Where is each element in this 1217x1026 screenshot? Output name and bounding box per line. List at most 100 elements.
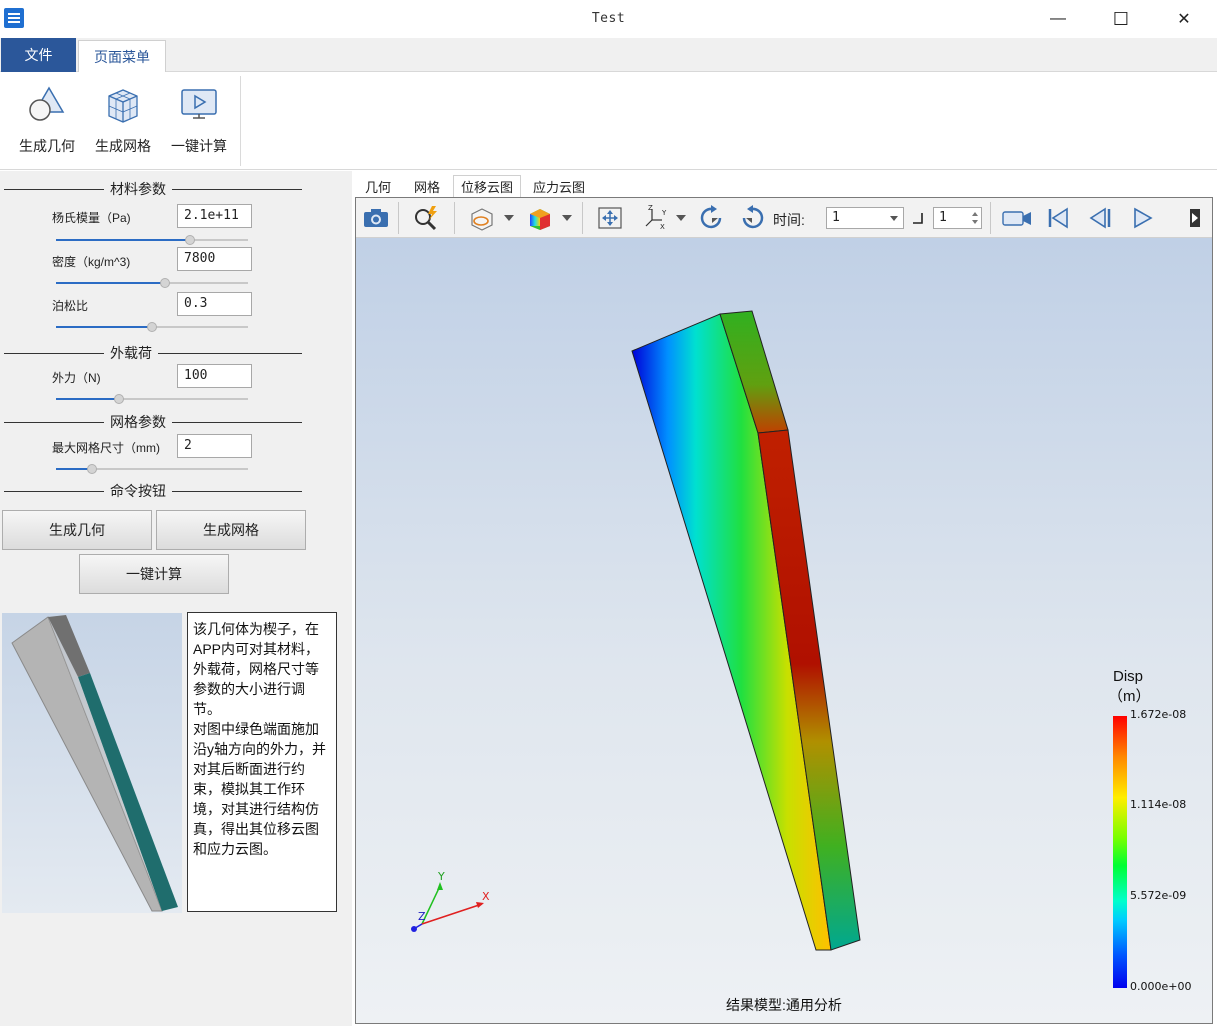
rotate-cw-button[interactable] xyxy=(696,204,728,232)
ribbon-tab-bar: 文件 页面菜单 xyxy=(0,38,1217,73)
record-video-button[interactable] xyxy=(1001,204,1033,232)
toolbar-separator xyxy=(990,202,991,234)
mesh-params-heading: 网格参数 xyxy=(4,413,302,431)
ribbon-compute-label: 一键计算 xyxy=(171,138,227,154)
youngs-modulus-slider[interactable] xyxy=(56,235,248,245)
mesh-cube-icon xyxy=(108,89,138,123)
ribbon-generate-mesh-label: 生成网格 xyxy=(95,138,151,154)
force-slider[interactable] xyxy=(56,394,248,404)
run-monitor-icon xyxy=(181,89,217,119)
chevron-down-icon xyxy=(890,216,898,221)
slider-thumb[interactable] xyxy=(87,464,97,474)
youngs-modulus-label: 杨氏模量（Pa) xyxy=(52,211,131,225)
spin-up-icon[interactable] xyxy=(972,212,978,216)
play-button[interactable] xyxy=(1126,204,1158,232)
compute-button[interactable]: 一键计算 xyxy=(79,554,229,594)
step-end-icon xyxy=(913,213,923,224)
toolbar-separator xyxy=(582,202,583,234)
ribbon-compute-button[interactable]: 一键计算 xyxy=(163,80,235,160)
slider-thumb[interactable] xyxy=(114,394,124,404)
rotate-counterclockwise-icon xyxy=(742,205,764,229)
section-view-button[interactable] xyxy=(466,204,498,232)
ribbon-generate-mesh-button[interactable]: 生成网格 xyxy=(87,80,159,160)
rotate-ccw-button[interactable] xyxy=(736,204,768,232)
generate-mesh-button[interactable]: 生成网格 xyxy=(156,510,306,550)
toolbar-separator xyxy=(398,202,399,234)
minimize-icon: — xyxy=(1050,10,1066,27)
youngs-modulus-input[interactable]: 2.1e+11 xyxy=(177,204,252,228)
step-spinbox-value: 1 xyxy=(939,210,947,225)
title-bar: Test — ☐ ✕ xyxy=(0,0,1217,38)
wedge-preview-drawing xyxy=(11,615,178,912)
result-viewer: ZYX 时间: 1 1 Y X Z Disp （m） 1.672e-08 1.1… xyxy=(355,197,1213,1024)
axis-orientation-button[interactable]: ZYX xyxy=(640,204,672,232)
svg-text:Y: Y xyxy=(661,209,667,217)
density-input[interactable]: 7800 xyxy=(177,247,252,271)
axis-x-label: X xyxy=(482,890,490,903)
tab-mesh[interactable]: 网格 xyxy=(405,175,449,197)
more-tools-button[interactable] xyxy=(1182,204,1208,232)
section-box-icon xyxy=(471,208,493,231)
svg-text:X: X xyxy=(660,223,665,231)
spin-down-icon[interactable] xyxy=(972,220,978,224)
legend-high-value: 1.114e-08 xyxy=(1130,798,1187,811)
maximize-icon: ☐ xyxy=(1112,8,1130,29)
play-icon xyxy=(1134,207,1153,229)
maximize-button[interactable]: ☐ xyxy=(1090,0,1152,38)
legend-min-value: 0.000e+00 xyxy=(1130,980,1192,993)
camera-icon xyxy=(364,209,388,227)
ribbon-generate-geometry-button[interactable]: 生成几何 xyxy=(11,80,83,160)
colormap-dropdown-arrow[interactable] xyxy=(562,215,572,221)
rotate-clockwise-icon xyxy=(700,205,722,229)
step-spinbox[interactable]: 1 xyxy=(933,207,982,229)
generate-geometry-button[interactable]: 生成几何 xyxy=(2,510,152,550)
first-frame-button[interactable] xyxy=(1042,204,1074,232)
magnifier-lightning-icon xyxy=(415,206,437,231)
tab-file[interactable]: 文件 xyxy=(1,38,76,72)
tab-page-menu[interactable]: 页面菜单 xyxy=(78,40,166,73)
minimize-button[interactable]: — xyxy=(1027,0,1089,38)
axis-dropdown-arrow[interactable] xyxy=(676,215,686,221)
previous-frame-button[interactable] xyxy=(1084,204,1116,232)
3d-canvas[interactable]: Y X Z Disp （m） 1.672e-08 1.114e-08 5.572… xyxy=(356,238,1212,1023)
description-paragraph-2: 对图中绿色端面施加沿y轴方向的外力，并对其后断面进行约束，模拟其工作环境，对其进… xyxy=(193,721,326,857)
close-icon: ✕ xyxy=(1177,11,1191,28)
poisson-ratio-input[interactable]: 0.3 xyxy=(177,292,252,316)
time-label: 时间: xyxy=(773,212,805,228)
toolbar-separator xyxy=(454,202,455,234)
time-select[interactable]: 1 xyxy=(826,207,904,229)
ribbon-generate-geometry-label: 生成几何 xyxy=(19,138,75,154)
color-cube-icon xyxy=(530,209,550,230)
step-back-icon xyxy=(1089,207,1111,229)
force-label: 外力（N) xyxy=(52,371,101,385)
poisson-ratio-label: 泊松比 xyxy=(52,299,89,313)
poisson-ratio-slider[interactable] xyxy=(56,322,248,332)
mesh-size-slider[interactable] xyxy=(56,464,248,474)
slider-thumb[interactable] xyxy=(160,278,170,288)
skip-to-start-icon xyxy=(1048,207,1068,229)
parameter-panel: 材料参数 杨氏模量（Pa) 2.1e+11 密度（kg/m^3) 7800 泊松… xyxy=(0,171,352,1026)
close-button[interactable]: ✕ xyxy=(1153,0,1215,38)
colormap-button[interactable] xyxy=(524,204,556,232)
section-dropdown-arrow[interactable] xyxy=(504,215,514,221)
probe-zoom-button[interactable] xyxy=(410,204,442,232)
overflow-arrow-icon xyxy=(1190,209,1200,227)
time-select-value: 1 xyxy=(832,210,840,225)
tab-geometry[interactable]: 几何 xyxy=(358,175,398,197)
mesh-size-input[interactable]: 2 xyxy=(177,434,252,458)
slider-thumb[interactable] xyxy=(185,235,195,245)
slider-thumb[interactable] xyxy=(147,322,157,332)
legend-low-value: 5.572e-09 xyxy=(1130,889,1187,902)
fit-view-button[interactable] xyxy=(594,204,626,232)
model-caption: 结果模型:通用分析 xyxy=(726,997,842,1013)
force-input[interactable]: 100 xyxy=(177,364,252,388)
axis-z-label: Z xyxy=(418,910,426,923)
tab-displacement[interactable]: 位移云图 xyxy=(453,175,521,197)
wedge-preview-image xyxy=(2,613,182,913)
description-box: 该几何体为楔子，在APP内可对其材料，外载荷，网格尺寸等参数的大小进行调节。 对… xyxy=(187,612,337,912)
xyz-axes-icon: ZYX xyxy=(645,204,667,231)
screenshot-camera-button[interactable] xyxy=(360,204,392,232)
tab-stress[interactable]: 应力云图 xyxy=(525,175,593,197)
density-slider[interactable] xyxy=(56,278,248,288)
fit-arrows-icon xyxy=(598,207,622,229)
